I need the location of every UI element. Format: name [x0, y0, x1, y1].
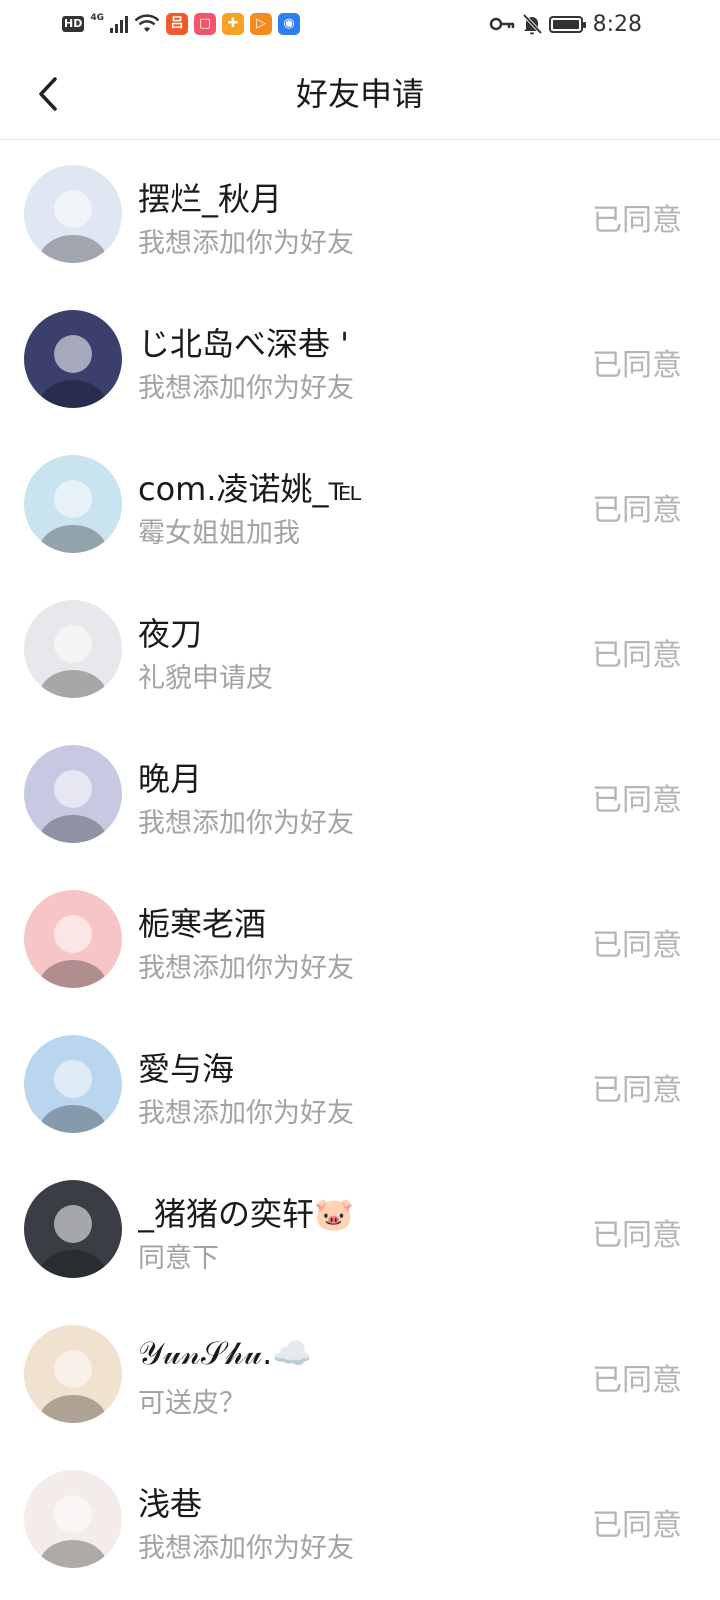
app-notification-icon: 吕	[166, 13, 188, 35]
avatar-image	[24, 310, 122, 408]
request-status-label: 已同意	[592, 638, 682, 673]
avatar[interactable]	[24, 1470, 122, 1568]
request-status-label: 已同意	[592, 1363, 682, 1398]
avatar-image	[24, 745, 122, 843]
avatar[interactable]	[24, 600, 122, 698]
friend-request-item[interactable]: 愛与海 我想添加你为好友 已同意	[0, 1011, 720, 1156]
avatar[interactable]	[24, 310, 122, 408]
request-message: 可送皮？	[138, 1388, 246, 1419]
signal-icon	[110, 15, 128, 33]
friend-request-item[interactable]: 浅巷 我想添加你为好友 已同意	[0, 1446, 720, 1591]
avatar[interactable]	[24, 890, 122, 988]
friend-request-item[interactable]: 栀寒老酒 我想添加你为好友 已同意	[0, 866, 720, 1011]
avatar-image	[24, 1180, 122, 1278]
avatar-image	[24, 890, 122, 988]
avatar[interactable]	[24, 745, 122, 843]
friend-request-item[interactable]: 夜刀 礼貌申请皮 已同意	[0, 576, 720, 721]
avatar-image	[24, 455, 122, 553]
friend-request-item[interactable]: _猪猪の奕轩🐷 同意下 已同意	[0, 1156, 720, 1301]
friend-request-item[interactable]: 晚月 我想添加你为好友 已同意	[0, 721, 720, 866]
request-message: 我想添加你为好友	[138, 373, 354, 404]
request-message: 我想添加你为好友	[138, 228, 354, 259]
status-bar-left: HD 4G 吕 ▢ ✚ ▷ ◉	[62, 13, 300, 35]
mute-bell-icon	[522, 13, 542, 35]
friend-request-item[interactable]: com.凌诺姚_℡ 霉女姐姐加我 已同意	[0, 431, 720, 576]
request-message: 同意下	[138, 1243, 219, 1274]
battery-icon	[548, 15, 586, 33]
status-bar-right: 8:28	[489, 12, 642, 37]
avatar-image	[24, 1325, 122, 1423]
request-message: 我想添加你为好友	[138, 1533, 354, 1564]
requester-name: 栀寒老酒	[138, 905, 267, 943]
request-status-label: 已同意	[592, 1218, 682, 1253]
request-status-label: 已同意	[592, 348, 682, 383]
wifi-icon	[134, 14, 160, 32]
request-message: 我想添加你为好友	[138, 1098, 354, 1129]
app-notification-icon: ▢	[194, 13, 216, 35]
request-message: 我想添加你为好友	[138, 953, 354, 984]
avatar[interactable]	[24, 1180, 122, 1278]
avatar-image	[24, 1035, 122, 1133]
avatar[interactable]	[24, 165, 122, 263]
request-status-label: 已同意	[592, 783, 682, 818]
key-icon	[489, 17, 514, 31]
request-status-label: 已同意	[592, 1073, 682, 1108]
hd-icon: HD	[62, 16, 85, 32]
avatar-image	[24, 1470, 122, 1568]
requester-name: _猪猪の奕轩🐷	[138, 1195, 354, 1233]
requester-name: 晚月	[138, 760, 203, 798]
request-status-label: 已同意	[592, 928, 682, 963]
friend-request-item[interactable]: 𝒴𝓊𝓃𝒮𝒽𝓊.☁️ 可送皮？ 已同意	[0, 1301, 720, 1446]
request-message: 我想添加你为好友	[138, 808, 354, 839]
requester-name: 𝒴𝓊𝓃𝒮𝒽𝓊.☁️	[138, 1334, 313, 1372]
requester-name: じ北岛べ深巷 '	[138, 325, 349, 363]
requester-name: 摆烂_秋月	[138, 180, 283, 218]
request-status-label: 已同意	[592, 493, 682, 528]
requester-name: 浅巷	[138, 1485, 203, 1523]
status-bar: HD 4G 吕 ▢ ✚ ▷ ◉ 8:28	[0, 0, 720, 48]
avatar[interactable]	[24, 1325, 122, 1423]
app-notification-icon: ◉	[278, 13, 300, 35]
avatar-image	[24, 600, 122, 698]
avatar[interactable]	[24, 1035, 122, 1133]
friend-request-list: 摆烂_秋月 我想添加你为好友 已同意 じ北岛べ深巷 ' 我想添加你为好友 已同意…	[0, 141, 720, 1591]
avatar-image	[24, 165, 122, 263]
friend-request-item[interactable]: 摆烂_秋月 我想添加你为好友 已同意	[0, 141, 720, 286]
request-message: 礼貌申请皮	[138, 663, 273, 694]
avatar[interactable]	[24, 455, 122, 553]
app-notification-icon: ▷	[250, 13, 272, 35]
header: 好友申请	[0, 48, 720, 140]
page-title: 好友申请	[295, 75, 424, 113]
request-status-label: 已同意	[592, 1508, 682, 1543]
app-notification-icon: ✚	[222, 13, 244, 35]
requester-name: 愛与海	[138, 1050, 235, 1088]
friend-request-item[interactable]: じ北岛べ深巷 ' 我想添加你为好友 已同意	[0, 286, 720, 431]
network-type-label: 4G	[90, 13, 104, 23]
request-message: 霉女姐姐加我	[138, 518, 300, 549]
request-status-label: 已同意	[592, 203, 682, 238]
clock: 8:28	[592, 11, 642, 37]
requester-name: 夜刀	[138, 615, 203, 653]
requester-name: com.凌诺姚_℡	[138, 470, 363, 508]
